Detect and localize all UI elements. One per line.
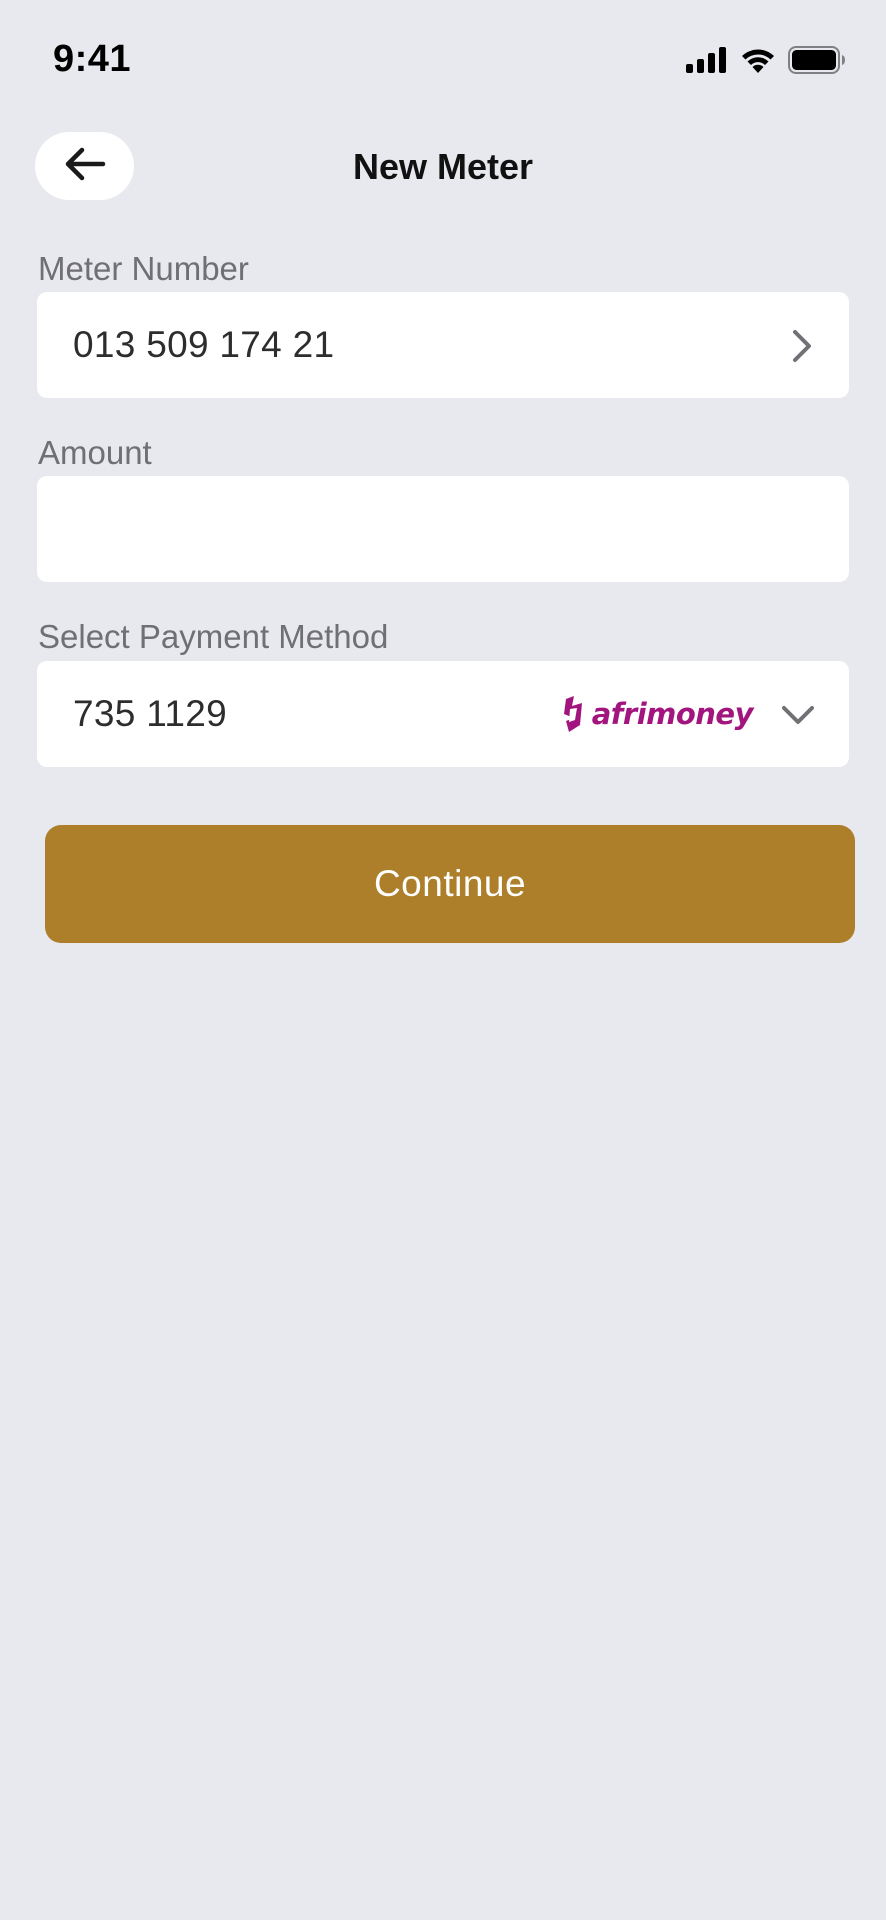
afrimoney-logo-text: afrimoney <box>591 697 754 731</box>
payment-method-select[interactable]: 735 1129 afrimoney <box>37 661 849 767</box>
continue-button[interactable]: Continue <box>45 825 855 943</box>
battery-icon <box>788 46 846 79</box>
signal-icon <box>686 47 728 78</box>
chevron-down-icon[interactable] <box>781 704 815 731</box>
meter-number-label: Meter Number <box>38 250 249 287</box>
payment-method-label: Select Payment Method <box>38 618 389 655</box>
status-icons <box>686 46 846 79</box>
amount-label: Amount <box>38 434 152 471</box>
meter-number-field[interactable]: 013 509 174 21 <box>37 292 849 398</box>
chevron-right-icon <box>791 329 813 368</box>
page-title: New Meter <box>352 146 534 187</box>
status-bar: 9:41 <box>0 0 886 120</box>
amount-input[interactable] <box>37 476 849 582</box>
meter-number-value: 013 509 174 21 <box>73 324 335 365</box>
amount-field[interactable] <box>37 476 849 582</box>
status-time: 9:41 <box>53 38 132 80</box>
header: New Meter <box>0 130 886 230</box>
wifi-icon <box>740 47 776 78</box>
afrimoney-logo-mark <box>563 696 582 732</box>
afrimoney-logo: afrimoney <box>560 695 754 733</box>
payment-method-value: 735 1129 <box>73 693 227 734</box>
